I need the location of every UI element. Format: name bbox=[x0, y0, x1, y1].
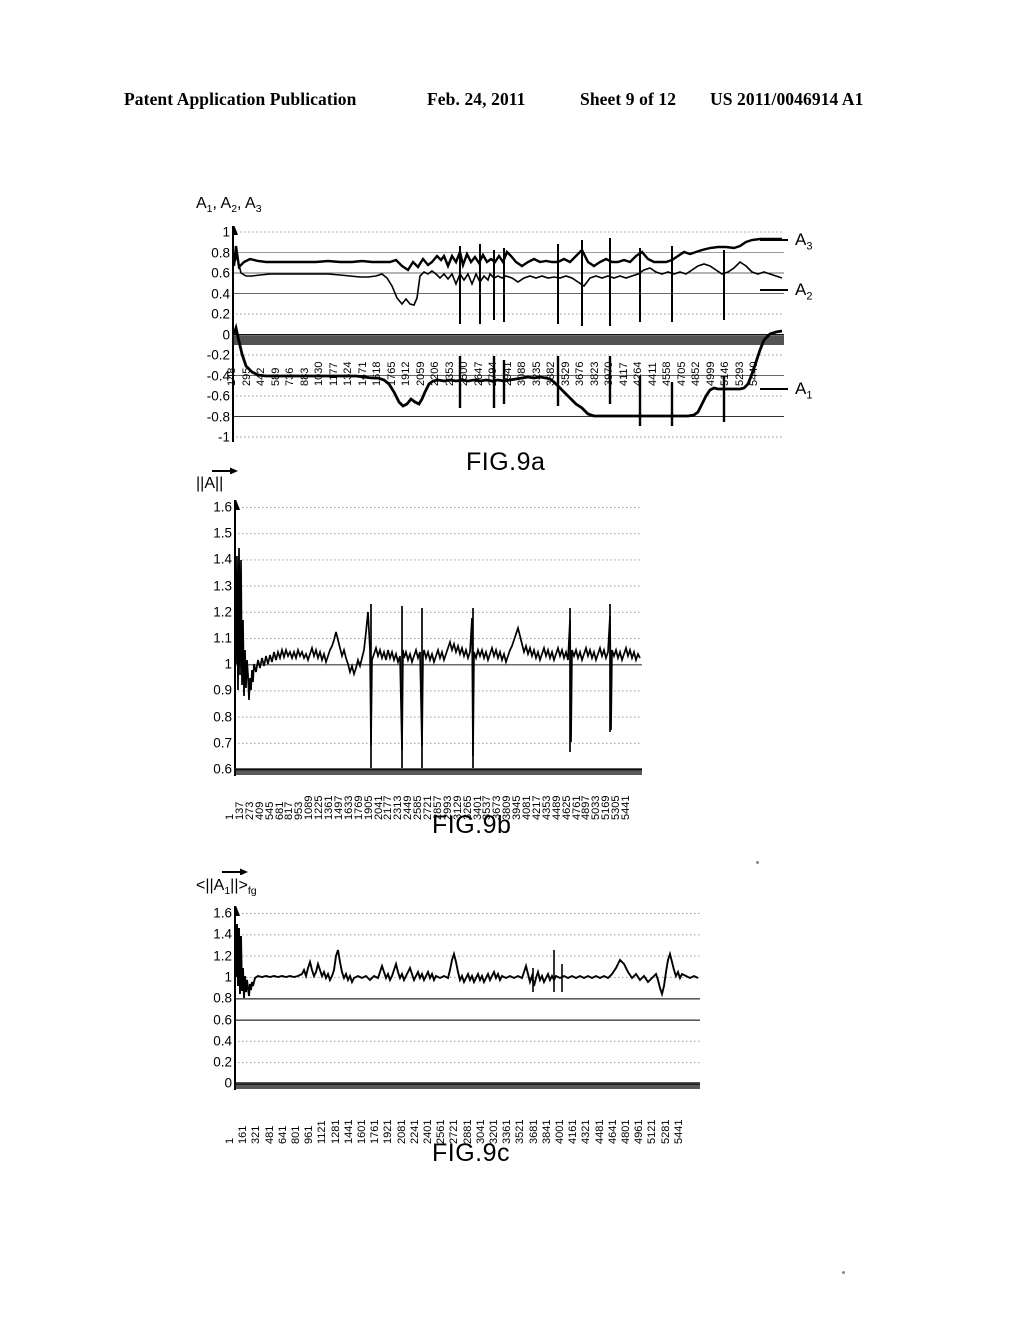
scan-speck bbox=[842, 1271, 845, 1274]
fig9c-xtick: 3521 bbox=[514, 1119, 527, 1144]
fig9c-xtick: 1281 bbox=[329, 1119, 342, 1144]
fig9c-xtick: 3841 bbox=[540, 1119, 553, 1144]
fig9b-ytick: 1 bbox=[224, 656, 232, 672]
fig9c-xtick: 321 bbox=[250, 1125, 263, 1144]
fig9c-caption: FIG.9c bbox=[432, 1139, 511, 1167]
fig9b-ytick: 1.4 bbox=[213, 551, 232, 567]
fig9b-curve bbox=[235, 547, 641, 757]
fig9a-ytick: -1 bbox=[217, 429, 230, 445]
fig9c-ytick: 1 bbox=[224, 969, 232, 985]
fig9b-ytick: 0.7 bbox=[213, 735, 232, 751]
fig9c-xtick: 1441 bbox=[342, 1119, 355, 1144]
fig9b-ytick: 1.5 bbox=[213, 525, 232, 541]
fig9c-ytick: 0.6 bbox=[213, 1011, 232, 1027]
fig9c-xtick: 481 bbox=[263, 1125, 276, 1144]
fig9b-ytick: 1.6 bbox=[213, 499, 232, 515]
fig9c-vector-arrow-icon bbox=[222, 868, 248, 875]
fig9c-xtick: 4481 bbox=[593, 1119, 606, 1144]
fig9b-ytick: 0.8 bbox=[213, 708, 232, 724]
fig9c-xtick: 1601 bbox=[356, 1119, 368, 1144]
fig9b-xtick: 5441 bbox=[620, 795, 632, 820]
fig9a-caption: FIG.9a bbox=[466, 448, 546, 476]
fig9c-ytick: 0 bbox=[224, 1075, 232, 1091]
fig9c-xtick: 2241 bbox=[408, 1119, 421, 1144]
fig9c-xtick: 4961 bbox=[633, 1119, 646, 1144]
fig9c-xtick: 5441 bbox=[672, 1119, 685, 1144]
scan-speck bbox=[756, 861, 759, 864]
fig9c-plot-area bbox=[234, 906, 700, 1090]
fig9c-xtick: 961 bbox=[303, 1125, 316, 1144]
fig9c-xtick: 1121 bbox=[316, 1120, 329, 1144]
fig9b-ytick: 0.9 bbox=[213, 682, 232, 698]
figure-9c: <||A1||>fg 1.6 1.4 1.2 1 0.8 0.6 0.4 0.2… bbox=[0, 0, 1024, 1166]
fig9c-ytick: 1.4 bbox=[213, 926, 232, 942]
fig9b-y-axis-labels: 1.6 1.5 1.4 1.3 1.2 1.1 1 0.9 0.8 0.7 0.… bbox=[190, 500, 232, 775]
fig9b-axis-title: ||A|| bbox=[196, 475, 224, 492]
fig9b-tick-hatch-band bbox=[234, 768, 642, 775]
fig9c-svg bbox=[234, 906, 700, 1090]
fig9c-ytick: 1.6 bbox=[213, 905, 232, 921]
fig9c-xtick: 4641 bbox=[606, 1119, 619, 1144]
fig9c-xtick: 641 bbox=[276, 1125, 289, 1144]
fig9c-xtick: 5281 bbox=[659, 1119, 672, 1144]
fig9b-ytick: 1.3 bbox=[213, 577, 232, 593]
fig9c-xtick: 2081 bbox=[395, 1119, 408, 1144]
fig9c-ytick: 0.2 bbox=[213, 1054, 232, 1070]
fig9c-xtick: 1761 bbox=[369, 1119, 382, 1144]
fig9c-xtick: 5121 bbox=[646, 1119, 659, 1144]
fig9b-ytick: 1.1 bbox=[213, 630, 232, 646]
fig9c-xtick: 4161 bbox=[567, 1119, 580, 1144]
fig9c-xtick: 4001 bbox=[554, 1119, 566, 1144]
fig9b-gridlines bbox=[234, 507, 642, 771]
fig9c-x-axis-labels: 1 161 321 481 641 801 961 1121 1281 1441… bbox=[224, 1086, 702, 1144]
fig9b-caption: FIG.9b bbox=[432, 811, 512, 839]
fig9b-plot-area bbox=[234, 500, 642, 776]
fig9b-vector-arrow-icon bbox=[212, 467, 238, 474]
fig9c-xtick: 1 bbox=[224, 1137, 236, 1144]
fig9c-xtick: 801 bbox=[290, 1125, 302, 1144]
fig9b-ytick: 1.2 bbox=[213, 604, 232, 620]
fig9a-ytick: -0.8 bbox=[206, 408, 230, 424]
fig9c-ytick: 0.4 bbox=[213, 1033, 232, 1049]
fig9c-xtick: 1921 bbox=[382, 1119, 395, 1144]
fig9b-ytick: 0.6 bbox=[213, 761, 232, 777]
fig9c-ytick: 1.2 bbox=[213, 947, 232, 963]
fig9c-xtick: 4321 bbox=[580, 1119, 593, 1144]
fig9c-xtick: 4801 bbox=[620, 1119, 632, 1144]
fig9c-axis-title: <||A1||>fg bbox=[196, 877, 257, 898]
fig9c-gridlines bbox=[234, 913, 700, 1085]
fig9c-xtick: 3681 bbox=[527, 1119, 540, 1144]
fig9c-y-axis-labels: 1.6 1.4 1.2 1 0.8 0.6 0.4 0.2 0 bbox=[190, 906, 232, 1089]
fig9c-xtick: 161 bbox=[237, 1125, 250, 1144]
fig9c-ytick: 0.8 bbox=[213, 990, 232, 1006]
fig9b-svg bbox=[234, 500, 642, 776]
